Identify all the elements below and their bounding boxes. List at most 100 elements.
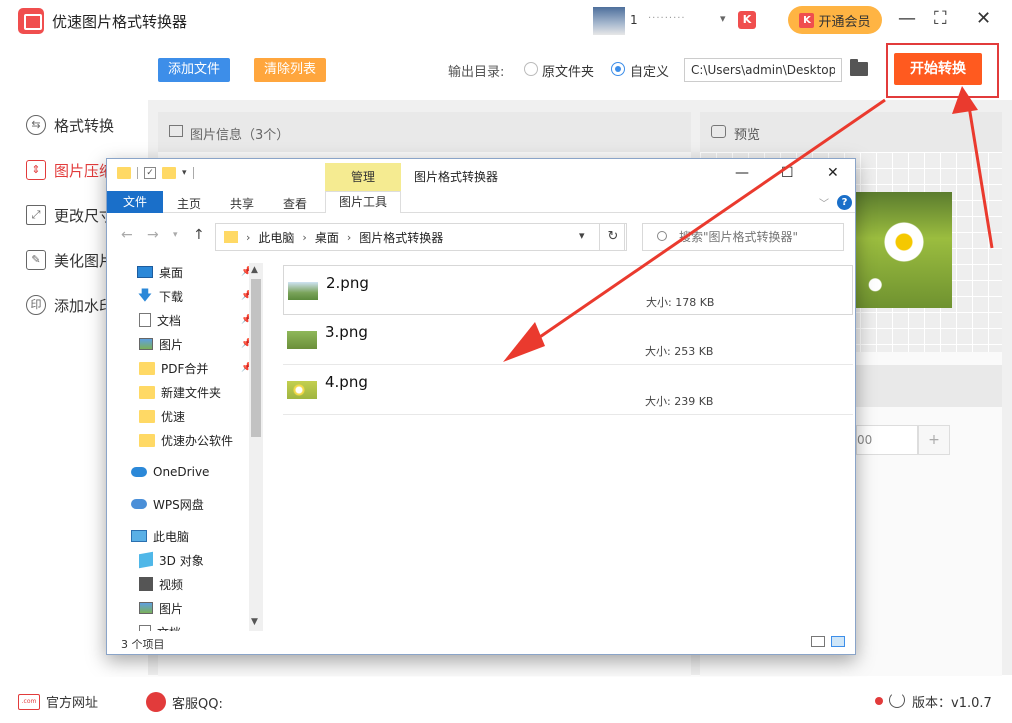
image-icon: [169, 125, 183, 137]
folder-browse-icon[interactable]: [850, 59, 868, 76]
nav-item-3d-objects[interactable]: 3D 对象: [139, 549, 204, 571]
file-item-4[interactable]: 4.png 大小: 239 KB: [283, 365, 853, 415]
tab-manage[interactable]: 管理: [325, 163, 401, 191]
radio-custom-label[interactable]: 自定义: [630, 61, 669, 80]
radio-custom-folder[interactable]: [611, 62, 625, 76]
nav-item-yousu-office[interactable]: 优速办公软件: [139, 429, 233, 451]
vip-badge-icon[interactable]: K: [738, 11, 756, 29]
3d-objects-icon: [139, 551, 153, 569]
folder-icon: [224, 231, 238, 243]
file-item-2[interactable]: 2.png 大小: 178 KB: [283, 265, 853, 315]
quality-plus-button[interactable]: +: [918, 425, 950, 455]
properties-icon[interactable]: ✓: [144, 167, 156, 179]
scroll-up-icon[interactable]: ▲: [251, 265, 258, 275]
divider: [192, 167, 194, 179]
sidebar-item-beautify[interactable]: ✎ 美化图片: [26, 248, 114, 272]
recent-locations-icon[interactable]: ▾: [173, 230, 178, 240]
nav-item-this-pc[interactable]: 此电脑: [131, 525, 189, 547]
explorer-minimize-button[interactable]: —: [735, 165, 749, 181]
nav-item-yousu[interactable]: 优速: [139, 405, 185, 427]
nav-item-onedrive[interactable]: OneDrive: [131, 461, 209, 483]
minimize-button[interactable]: —: [898, 8, 916, 29]
clear-list-button[interactable]: 清除列表: [254, 58, 326, 82]
item-count-status: 3 个项目: [121, 638, 165, 651]
format-convert-icon: ⇆: [26, 115, 46, 135]
output-dir-label: 输出目录:: [448, 65, 505, 80]
address-dropdown-icon[interactable]: ▾: [579, 229, 585, 242]
scroll-down-icon[interactable]: ▼: [251, 617, 258, 627]
up-arrow-icon[interactable]: ↑: [193, 227, 205, 243]
nav-item-pictures-pc[interactable]: 图片: [139, 597, 183, 619]
divider: [137, 167, 138, 179]
pictures-icon: [139, 602, 153, 614]
chevron-down-icon[interactable]: ▾: [182, 168, 187, 178]
nav-item-desktop[interactable]: 桌面 📌: [137, 261, 252, 283]
chevron-right-icon: ›: [346, 230, 352, 244]
close-button[interactable]: ✕: [976, 8, 991, 29]
tab-home[interactable]: 主页: [177, 195, 201, 212]
breadcrumb-desktop[interactable]: 桌面: [315, 229, 339, 246]
sidebar-item-format[interactable]: ⇆ 格式转换: [26, 113, 114, 137]
tab-picture-tools[interactable]: 图片工具: [325, 191, 401, 213]
radio-original-label[interactable]: 原文件夹: [542, 61, 594, 80]
file-size: 大小: 253 KB: [645, 345, 714, 358]
sidebar-item-watermark[interactable]: 印 添加水印: [26, 293, 114, 317]
file-list: 2.png 大小: 178 KB 3.png 大小: 253 KB 4.png …: [283, 265, 855, 625]
address-bar[interactable]: › 此电脑 › 桌面 › 图片格式转换器: [215, 223, 625, 251]
new-folder-icon[interactable]: [162, 167, 176, 179]
breadcrumb-folder[interactable]: 图片格式转换器: [359, 229, 443, 246]
back-arrow-icon[interactable]: ←: [121, 227, 133, 243]
refresh-icon[interactable]: ↻: [599, 223, 627, 251]
quality-input[interactable]: 00: [856, 425, 918, 455]
nav-item-new-folder[interactable]: 新建文件夹: [139, 381, 221, 403]
nav-item-pdf-merge[interactable]: PDF合并 📌: [139, 357, 252, 379]
sidebar-item-compress[interactable]: ⇕ 图片压缩: [26, 158, 114, 182]
vip-button[interactable]: K 开通会员: [788, 6, 882, 34]
sidebar-item-resize[interactable]: ⤢ 更改尺寸: [26, 203, 114, 227]
chevron-down-icon[interactable]: ▾: [720, 12, 726, 25]
add-files-button[interactable]: 添加文件: [158, 58, 230, 82]
explorer-title-bar[interactable]: ✓ ▾ 管理 图片格式转换器 — ☐ ✕: [107, 159, 855, 191]
check-update-icon[interactable]: [889, 692, 905, 708]
start-convert-button[interactable]: 开始转换: [894, 53, 982, 85]
preview-icon: [711, 125, 726, 138]
tab-share[interactable]: 共享: [230, 195, 254, 212]
nav-item-label: PDF合并: [161, 361, 209, 376]
nav-item-label: 优速: [161, 409, 186, 424]
details-view-icon[interactable]: [811, 636, 825, 647]
breadcrumb-this-pc[interactable]: 此电脑: [258, 229, 294, 246]
radio-original-folder[interactable]: [524, 62, 538, 76]
folder-icon: [139, 361, 155, 375]
nav-item-pictures[interactable]: 图片 📌: [139, 333, 252, 355]
nav-item-documents-pc[interactable]: 文档: [139, 621, 181, 631]
customer-service-link[interactable]: 客服QQ:: [146, 692, 223, 712]
explorer-maximize-button[interactable]: ☐: [781, 165, 794, 181]
nav-item-downloads[interactable]: 🡇 下载 📌: [137, 285, 252, 307]
forward-arrow-icon[interactable]: →: [147, 227, 159, 243]
nav-item-label: WPS网盘: [153, 497, 204, 512]
nav-item-wps-cloud[interactable]: WPS网盘: [131, 493, 204, 515]
output-path-input[interactable]: [684, 58, 842, 82]
user-avatar[interactable]: [593, 7, 625, 35]
nav-item-documents[interactable]: 文档 📌: [139, 309, 252, 331]
app-logo-icon: [18, 8, 44, 34]
file-item-3[interactable]: 3.png 大小: 253 KB: [283, 315, 853, 365]
explorer-close-button[interactable]: ✕: [827, 165, 839, 181]
tab-file[interactable]: 文件: [107, 191, 163, 213]
official-website-link[interactable]: .com 官方网址: [18, 692, 98, 711]
maximize-button[interactable]: ⛶: [934, 8, 947, 29]
version-label: 版本：v1.0.7: [912, 696, 992, 711]
large-icons-view-icon[interactable]: [831, 636, 845, 647]
tab-view[interactable]: 查看: [283, 195, 307, 212]
folder-icon[interactable]: [117, 167, 131, 179]
help-icon[interactable]: ?: [837, 195, 852, 210]
user-name[interactable]: 1: [630, 13, 638, 27]
user-name-masked[interactable]: ·········: [648, 13, 686, 24]
nav-scrollbar-thumb[interactable]: [251, 279, 261, 437]
file-explorer-window[interactable]: ✓ ▾ 管理 图片格式转换器 — ☐ ✕ 文件 主页 共享 查看 图片工具 ﹀ …: [106, 158, 856, 655]
file-thumbnail: [287, 381, 317, 399]
search-input[interactable]: [642, 223, 844, 251]
official-website-label: 官方网址: [46, 696, 99, 711]
nav-item-videos[interactable]: 视频: [139, 573, 183, 595]
chevron-down-icon[interactable]: ﹀: [819, 195, 829, 210]
